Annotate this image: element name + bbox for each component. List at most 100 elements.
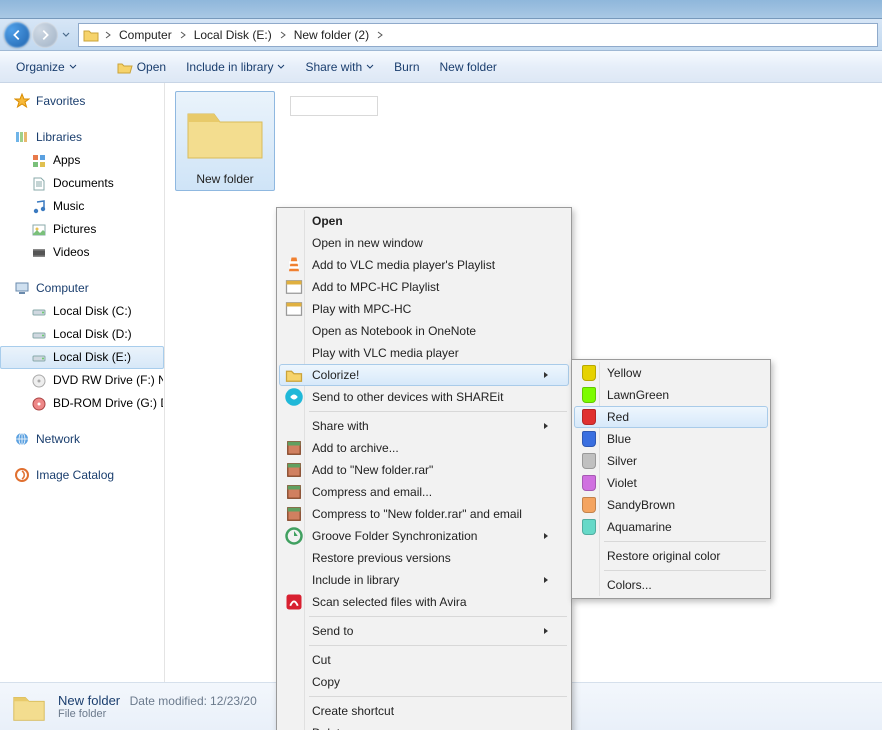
share-label: Share with (305, 60, 362, 74)
folder-swatch-icon (579, 363, 599, 383)
nav-lib-music[interactable]: Music (0, 195, 164, 218)
color-option-label: Blue (607, 432, 749, 446)
folder-icon (10, 688, 48, 726)
nav-forward-button[interactable] (32, 22, 58, 48)
color-option-lawngreen[interactable]: LawnGreen (574, 384, 768, 406)
ctx-copy[interactable]: Copy (279, 671, 569, 693)
details-name: New folder (58, 693, 120, 708)
open-label: Open (137, 60, 166, 74)
color-option-violet[interactable]: Violet (574, 472, 768, 494)
nav-drive-dvd[interactable]: DVD RW Drive (F:) N (0, 369, 164, 392)
open-button[interactable]: Open (109, 55, 174, 79)
nav-lib-apps[interactable]: Apps (0, 149, 164, 172)
ctx-open[interactable]: Open (279, 210, 569, 232)
winrar-icon (284, 438, 304, 458)
color-option-label: Silver (607, 454, 749, 468)
file-item-folder[interactable]: New folder (175, 91, 275, 191)
ctx-send-to[interactable]: Send to (279, 620, 569, 642)
file-name-label: New folder (180, 172, 270, 186)
breadcrumb-separator[interactable] (101, 24, 115, 46)
ctx-compress-email[interactable]: Compress and email... (279, 481, 569, 503)
nav-item-label: Pictures (53, 221, 96, 238)
nav-drive-c[interactable]: Local Disk (C:) (0, 300, 164, 323)
nav-drive-d[interactable]: Local Disk (D:) (0, 323, 164, 346)
documents-icon (31, 176, 47, 192)
nav-computer[interactable]: Computer (0, 278, 164, 300)
color-option-label: Red (607, 410, 749, 424)
new-folder-label: New folder (440, 60, 497, 74)
ctx-vlc-playlist[interactable]: Add to VLC media player's Playlist (279, 254, 569, 276)
nav-history-dropdown[interactable] (60, 23, 72, 47)
breadcrumb-item[interactable]: Computer (115, 24, 176, 46)
ctx-compress-rar-email[interactable]: Compress to "New folder.rar" and email (279, 503, 569, 525)
burn-button[interactable]: Burn (386, 56, 427, 78)
nav-network-label: Network (36, 432, 80, 446)
ctx-add-archive[interactable]: Add to archive... (279, 437, 569, 459)
nav-image-catalog[interactable]: Image Catalog (0, 465, 164, 487)
new-folder-button[interactable]: New folder (432, 56, 505, 78)
ctx-onenote[interactable]: Open as Notebook in OneNote (279, 320, 569, 342)
nav-drive-bdrom[interactable]: BD-ROM Drive (G:) D (0, 392, 164, 415)
folder-swatch-icon (579, 429, 599, 449)
nav-favorites[interactable]: Favorites (0, 91, 164, 113)
organize-button[interactable]: Organize (8, 56, 85, 78)
breadcrumb-separator[interactable] (176, 24, 190, 46)
color-option-aquamarine[interactable]: Aquamarine (574, 516, 768, 538)
ctx-delete[interactable]: Delete (279, 722, 569, 730)
breadcrumb[interactable]: Computer Local Disk (E:) New folder (2) (78, 23, 878, 47)
main-area: Favorites Libraries Apps Documents Music… (0, 83, 882, 682)
ctx-vlc-play[interactable]: Play with VLC media player (279, 342, 569, 364)
ctx-shareit[interactable]: Send to other devices with SHAREit (279, 386, 569, 408)
color-option-red[interactable]: Red (574, 406, 768, 428)
ctx-avira-scan[interactable]: Scan selected files with Avira (279, 591, 569, 613)
ctx-include-library[interactable]: Include in library (279, 569, 569, 591)
ctx-groove-sync[interactable]: Groove Folder Synchronization (279, 525, 569, 547)
burn-label: Burn (394, 60, 419, 74)
folder-icon (180, 96, 270, 166)
mpc-icon (284, 299, 304, 319)
organize-label: Organize (16, 60, 65, 74)
nav-computer-label: Computer (36, 281, 89, 295)
ctx-restore-previous[interactable]: Restore previous versions (279, 547, 569, 569)
ctx-mpc-playlist[interactable]: Add to MPC-HC Playlist (279, 276, 569, 298)
breadcrumb-separator[interactable] (276, 24, 290, 46)
color-option-sandybrown[interactable]: SandyBrown (574, 494, 768, 516)
breadcrumb-item[interactable]: New folder (2) (290, 24, 373, 46)
color-restore-original[interactable]: Restore original color (574, 545, 768, 567)
share-with-button[interactable]: Share with (297, 56, 382, 78)
details-meta-label: Date modified: (130, 694, 207, 708)
ctx-create-shortcut[interactable]: Create shortcut (279, 700, 569, 722)
color-option-silver[interactable]: Silver (574, 450, 768, 472)
file-item[interactable] (285, 91, 379, 127)
ctx-open-new-window[interactable]: Open in new window (279, 232, 569, 254)
shareit-icon (284, 387, 304, 407)
nav-network[interactable]: Network (0, 429, 164, 451)
color-option-label: Yellow (607, 366, 749, 380)
nav-item-label: DVD RW Drive (F:) N (53, 372, 164, 389)
ctx-share-with[interactable]: Share with (279, 415, 569, 437)
include-in-library-button[interactable]: Include in library (178, 56, 293, 78)
drive-icon (31, 327, 47, 343)
color-more-colors[interactable]: Colors... (574, 574, 768, 596)
nav-lib-documents[interactable]: Documents (0, 172, 164, 195)
include-label: Include in library (186, 60, 273, 74)
color-option-blue[interactable]: Blue (574, 428, 768, 450)
nav-lib-pictures[interactable]: Pictures (0, 218, 164, 241)
nav-libraries[interactable]: Libraries (0, 127, 164, 149)
navigation-pane: Favorites Libraries Apps Documents Music… (0, 83, 165, 682)
breadcrumb-item[interactable]: Local Disk (E:) (190, 24, 276, 46)
nav-libraries-label: Libraries (36, 130, 82, 144)
ctx-cut[interactable]: Cut (279, 649, 569, 671)
ctx-mpc-play[interactable]: Play with MPC-HC (279, 298, 569, 320)
nav-drive-e[interactable]: Local Disk (E:) (0, 346, 164, 369)
color-option-yellow[interactable]: Yellow (574, 362, 768, 384)
breadcrumb-separator[interactable] (373, 24, 387, 46)
chevron-right-icon (542, 532, 550, 540)
folder-icon (83, 27, 99, 43)
color-option-label: Violet (607, 476, 749, 490)
ctx-colorize[interactable]: Colorize! (279, 364, 569, 386)
nav-lib-videos[interactable]: Videos (0, 241, 164, 264)
ctx-add-rar[interactable]: Add to "New folder.rar" (279, 459, 569, 481)
folder-swatch-icon (579, 517, 599, 537)
nav-back-button[interactable] (4, 22, 30, 48)
